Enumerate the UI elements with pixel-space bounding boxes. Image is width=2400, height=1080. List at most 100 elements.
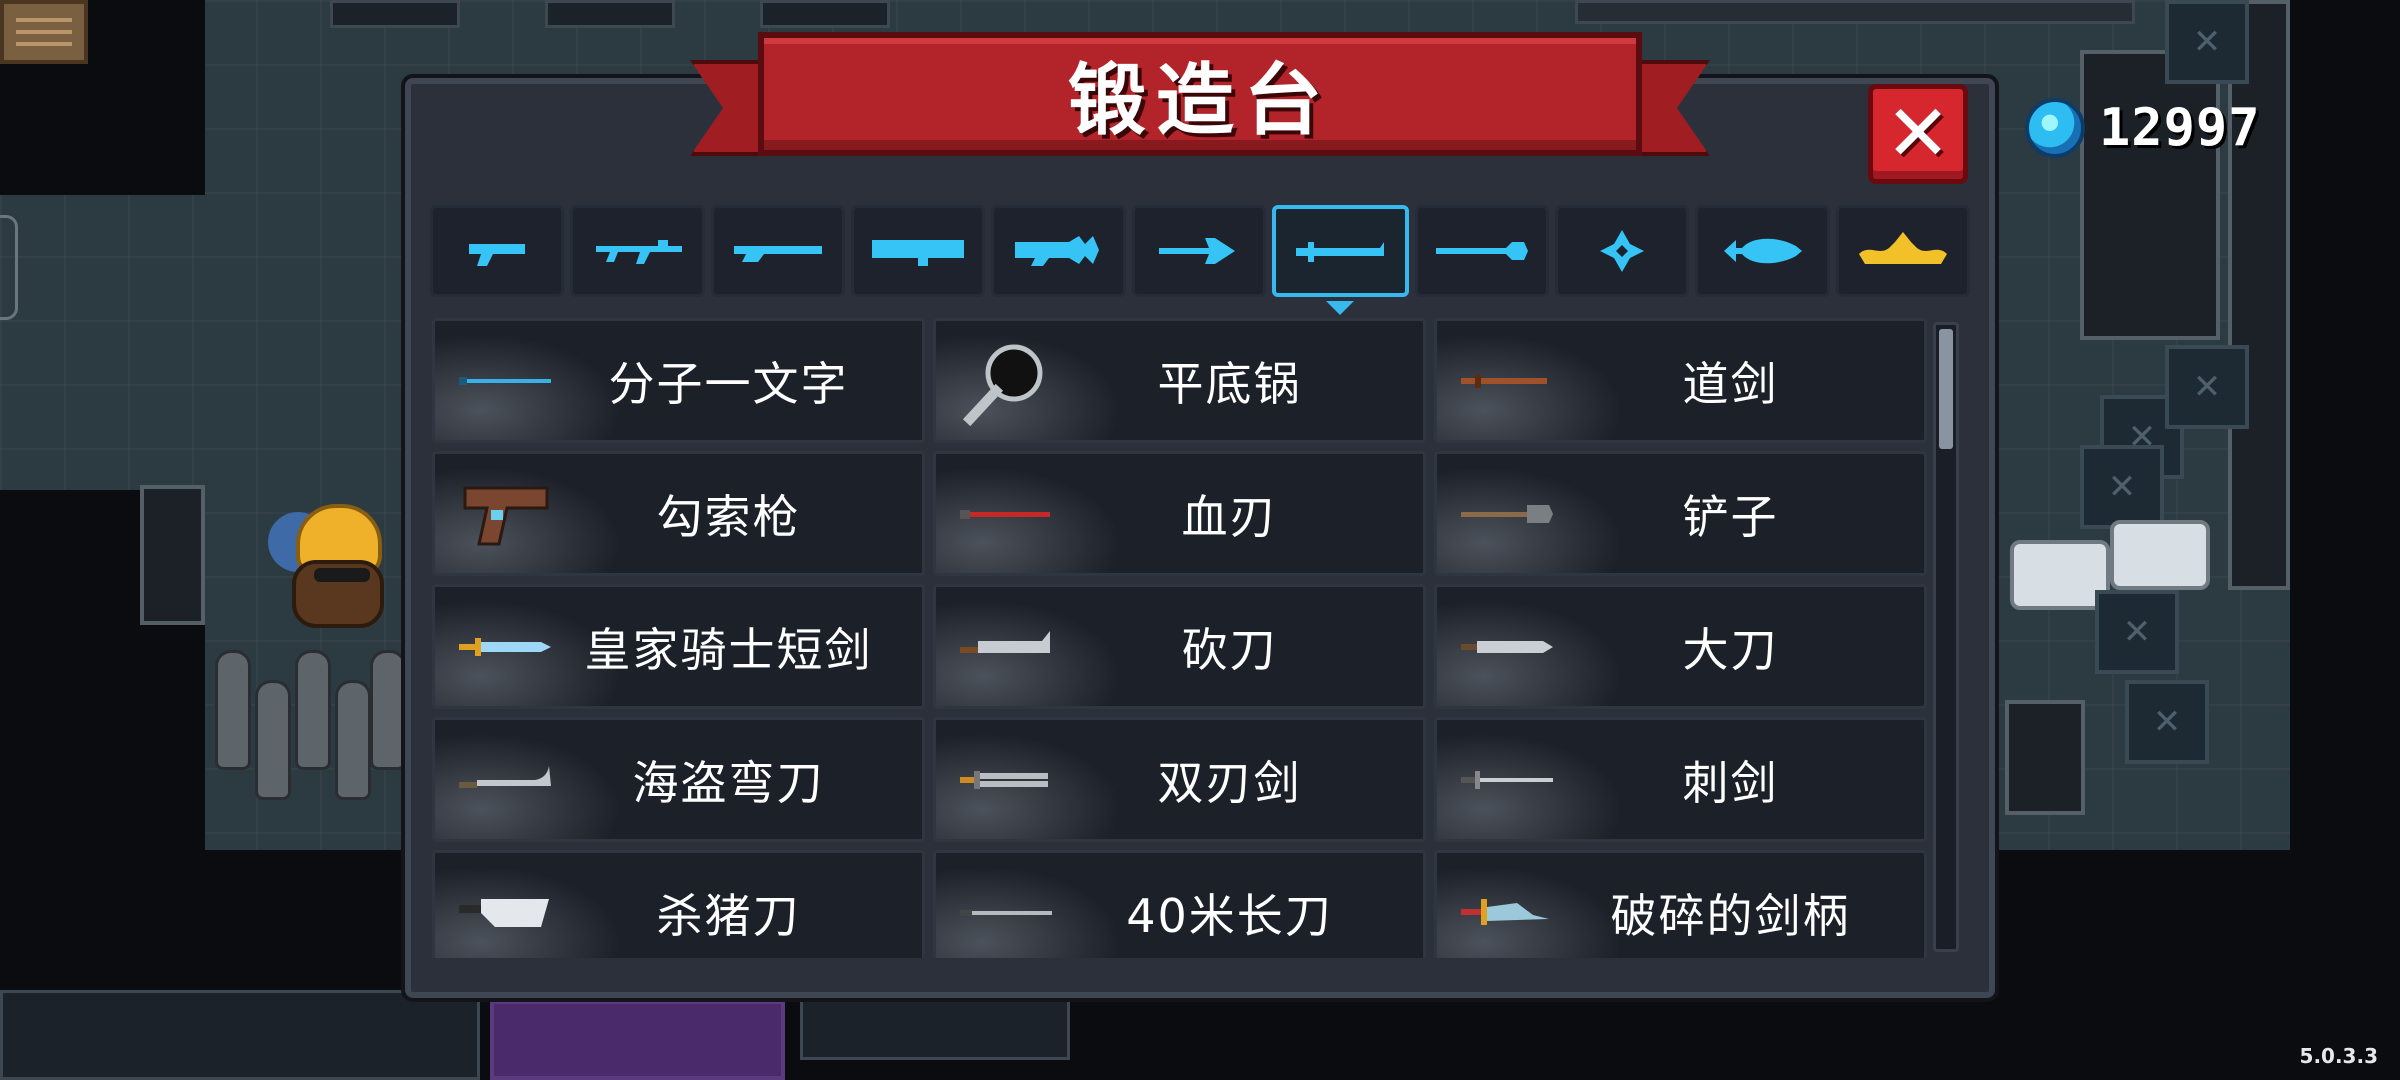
royal-dagger-icon [435, 587, 575, 706]
wall-segment [760, 0, 890, 28]
machete-icon [936, 587, 1076, 706]
crate [2125, 680, 2209, 764]
tab-spear[interactable] [1414, 205, 1549, 297]
wall-segment [545, 0, 675, 28]
machine-prop [2005, 700, 2085, 815]
purple-portal [490, 1000, 785, 1080]
notice-board [0, 0, 88, 64]
wall-dark [2290, 0, 2400, 1080]
wall-segment [0, 990, 480, 1080]
weapon-item[interactable]: 双刃剑 [933, 717, 1426, 842]
spear-icon [1435, 242, 1528, 260]
weapon-item[interactable]: 刺剑 [1434, 717, 1927, 842]
pistol-icon [469, 244, 526, 266]
weapon-name: 杀猪刀 [656, 888, 801, 943]
wall-segment [330, 0, 460, 28]
frying-pan-icon [936, 321, 1076, 440]
shuriken-icon [1600, 230, 1645, 272]
weapon-name: 血刃 [1181, 489, 1278, 544]
scroll-prop [2110, 520, 2210, 590]
weapon-item[interactable]: 杀猪刀 [432, 850, 925, 958]
weapon-name: 破碎的剑柄 [1610, 888, 1851, 943]
weapon-name: 海盗弯刀 [632, 755, 825, 810]
weapon-item[interactable]: 40米长刀 [933, 850, 1426, 958]
crate [2080, 445, 2164, 529]
weapon-name: 皇家骑士短剑 [584, 622, 873, 677]
gem-count: 12997 [2099, 98, 2261, 158]
weapon-item[interactable]: 海盗弯刀 [432, 717, 925, 842]
sword-icon [1296, 242, 1385, 262]
crate [2095, 590, 2179, 674]
tab-special[interactable] [1695, 205, 1830, 297]
tab-rifle[interactable] [570, 205, 705, 297]
long-blade-icon [936, 853, 1076, 958]
list-scrollbar[interactable] [1933, 322, 1959, 952]
weapon-item[interactable]: 分子一文字 [432, 318, 925, 443]
weapon-name: 砍刀 [1181, 622, 1278, 677]
blood-blade-icon [936, 454, 1076, 573]
cutlass-icon [435, 720, 575, 839]
version-label: 5.0.3.3 [2299, 1044, 2378, 1068]
bow-icon [1158, 238, 1235, 264]
grapple-gun-icon [435, 454, 575, 573]
banner-ribbon: 锻造台 [758, 32, 1642, 156]
panel-title: 锻造台 [1067, 56, 1332, 146]
tab-throwing[interactable] [1554, 205, 1690, 297]
tab-melee[interactable] [1272, 205, 1409, 297]
laser-gun-icon [1014, 236, 1099, 266]
tab-launcher[interactable] [851, 205, 986, 297]
wall-segment [800, 990, 1070, 1060]
weapon-item[interactable]: 破碎的剑柄 [1434, 850, 1927, 958]
wooden-sword-icon [1437, 321, 1577, 440]
side-panel-tab[interactable] [0, 215, 18, 320]
tab-legendary[interactable] [1835, 205, 1970, 297]
crate [2165, 345, 2249, 429]
rapier-icon [1437, 720, 1577, 839]
close-icon: ✕ [1885, 89, 1951, 179]
weapon-grid: 分子一文字 平底锅 道剑 勾索枪 血刃 铲子 皇家骑士短剑 砍刀 大刀 海盗弯刀… [432, 318, 1927, 958]
blue-gem-icon [2025, 98, 2085, 158]
tab-bow[interactable] [1131, 205, 1267, 297]
shovel-icon [1437, 454, 1577, 573]
pillar [2228, 0, 2290, 590]
fish-icon [1724, 238, 1803, 264]
wall-segment [1575, 0, 2135, 24]
weapon-item[interactable]: 勾索枪 [432, 451, 925, 576]
scrollbar-thumb[interactable] [1939, 329, 1953, 449]
tab-laser[interactable] [991, 205, 1126, 297]
close-button[interactable]: ✕ [1868, 84, 1968, 184]
tab-pistol[interactable] [430, 205, 565, 297]
cleaver-icon [435, 853, 575, 958]
weapon-item[interactable]: 道剑 [1434, 318, 1927, 443]
weapon-name: 大刀 [1682, 622, 1779, 677]
weapon-item[interactable]: 大刀 [1434, 584, 1927, 709]
weapon-name: 双刃剑 [1157, 755, 1302, 810]
shotgun-icon [733, 246, 822, 262]
rifle-icon [595, 240, 682, 264]
weapon-item[interactable]: 砍刀 [933, 584, 1426, 709]
thin-blue-blade-icon [435, 321, 575, 440]
weapon-category-tabs [430, 205, 1970, 297]
crate [2165, 0, 2249, 84]
weapon-item[interactable]: 平底锅 [933, 318, 1426, 443]
weapon-name: 平底锅 [1157, 356, 1302, 411]
broadsword-icon [1437, 587, 1577, 706]
weapon-name: 40米长刀 [1126, 888, 1333, 943]
weapon-name: 铲子 [1682, 489, 1779, 544]
crown-icon [1858, 232, 1947, 264]
weapon-name: 勾索枪 [656, 489, 801, 544]
weapon-name: 分子一文字 [608, 356, 849, 411]
title-banner: 锻造台 [690, 32, 1710, 172]
gas-tanks [205, 610, 406, 830]
tab-shotgun[interactable] [710, 205, 846, 297]
weapon-name: 刺剑 [1682, 755, 1779, 810]
launcher-icon [872, 240, 965, 266]
double-blade-icon [936, 720, 1076, 839]
weapon-item[interactable]: 血刃 [933, 451, 1426, 576]
weapon-name: 道剑 [1682, 356, 1779, 411]
machine-prop [2080, 50, 2220, 340]
weapon-item[interactable]: 铲子 [1434, 451, 1927, 576]
weapon-item[interactable]: 皇家骑士短剑 [432, 584, 925, 709]
machine-prop [140, 485, 205, 625]
broken-hilt-icon [1437, 853, 1577, 958]
